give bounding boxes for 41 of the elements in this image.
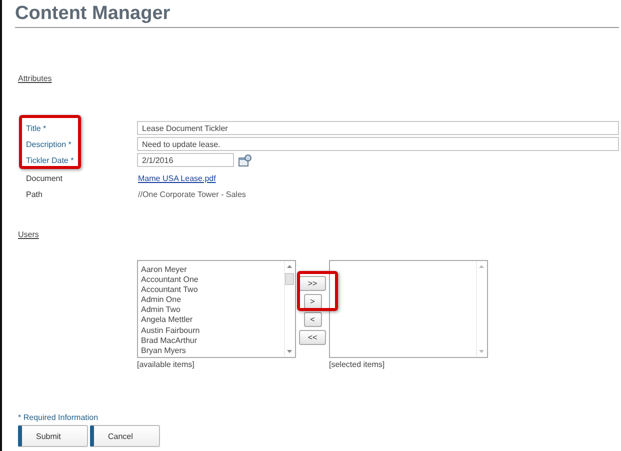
page-title: Content Manager xyxy=(14,2,172,26)
list-item[interactable]: Bryan Myers xyxy=(141,346,284,356)
list-item[interactable]: Accountant One xyxy=(141,275,284,286)
field-label: Tickler Date * xyxy=(26,156,74,164)
scroll-down-icon[interactable] xyxy=(478,349,485,354)
calendar-picker-icon[interactable] xyxy=(238,154,252,166)
document-link[interactable]: Mame USA Lease.pdf xyxy=(137,174,216,182)
scroll-up-icon[interactable] xyxy=(286,264,293,269)
field-label: Description * xyxy=(26,140,72,148)
list-item[interactable]: Admin One xyxy=(141,295,284,306)
transfer-button[interactable]: << xyxy=(299,330,326,345)
form-button[interactable]: Submit xyxy=(18,425,88,447)
list-item[interactable]: Aaron Meyer xyxy=(141,265,284,276)
text-field[interactable]: Lease Document Tickler xyxy=(137,121,619,135)
list-caption: [available items] xyxy=(137,360,196,369)
list-caption: [selected items] xyxy=(329,360,386,369)
list-item[interactable]: Austin Fairbourn xyxy=(141,326,284,336)
scrollbar[interactable] xyxy=(284,261,295,357)
transfer-button[interactable]: >> xyxy=(299,276,326,291)
selected-items-list[interactable] xyxy=(329,260,488,358)
form-button[interactable]: Cancel xyxy=(90,425,160,447)
field-label: Path xyxy=(26,190,42,198)
path-text: //One Corporate Tower - Sales xyxy=(137,190,246,198)
scrollbar[interactable] xyxy=(476,261,487,357)
scroll-up-icon[interactable] xyxy=(478,264,485,269)
list-item[interactable]: Angela Mettler xyxy=(141,315,284,326)
list-item[interactable]: Brad MacArthur xyxy=(141,336,284,346)
transfer-button[interactable]: > xyxy=(304,294,322,309)
list-item[interactable]: Accountant Two xyxy=(141,285,284,296)
field-label: Document xyxy=(26,174,62,182)
scroll-down-icon[interactable] xyxy=(286,349,293,354)
section-heading: Users xyxy=(18,230,39,239)
transfer-button[interactable]: < xyxy=(304,312,322,327)
section-heading: Attributes xyxy=(18,74,52,83)
available-items-list[interactable]: Aaron Meyer Accountant One Accountant Two Admin One Admin Two Angela Mettler Austin Fairbourn Brad MacArthur Bryan Myers xyxy=(137,260,296,358)
scrollbar-thumb[interactable] xyxy=(285,273,294,285)
required-note: * Required Information xyxy=(18,413,98,422)
text-field[interactable]: Need to update lease. xyxy=(137,137,619,151)
date-field[interactable]: 2/1/2016 xyxy=(137,153,234,167)
field-label: Title * xyxy=(26,124,46,132)
list-item[interactable]: Admin Two xyxy=(141,305,284,316)
